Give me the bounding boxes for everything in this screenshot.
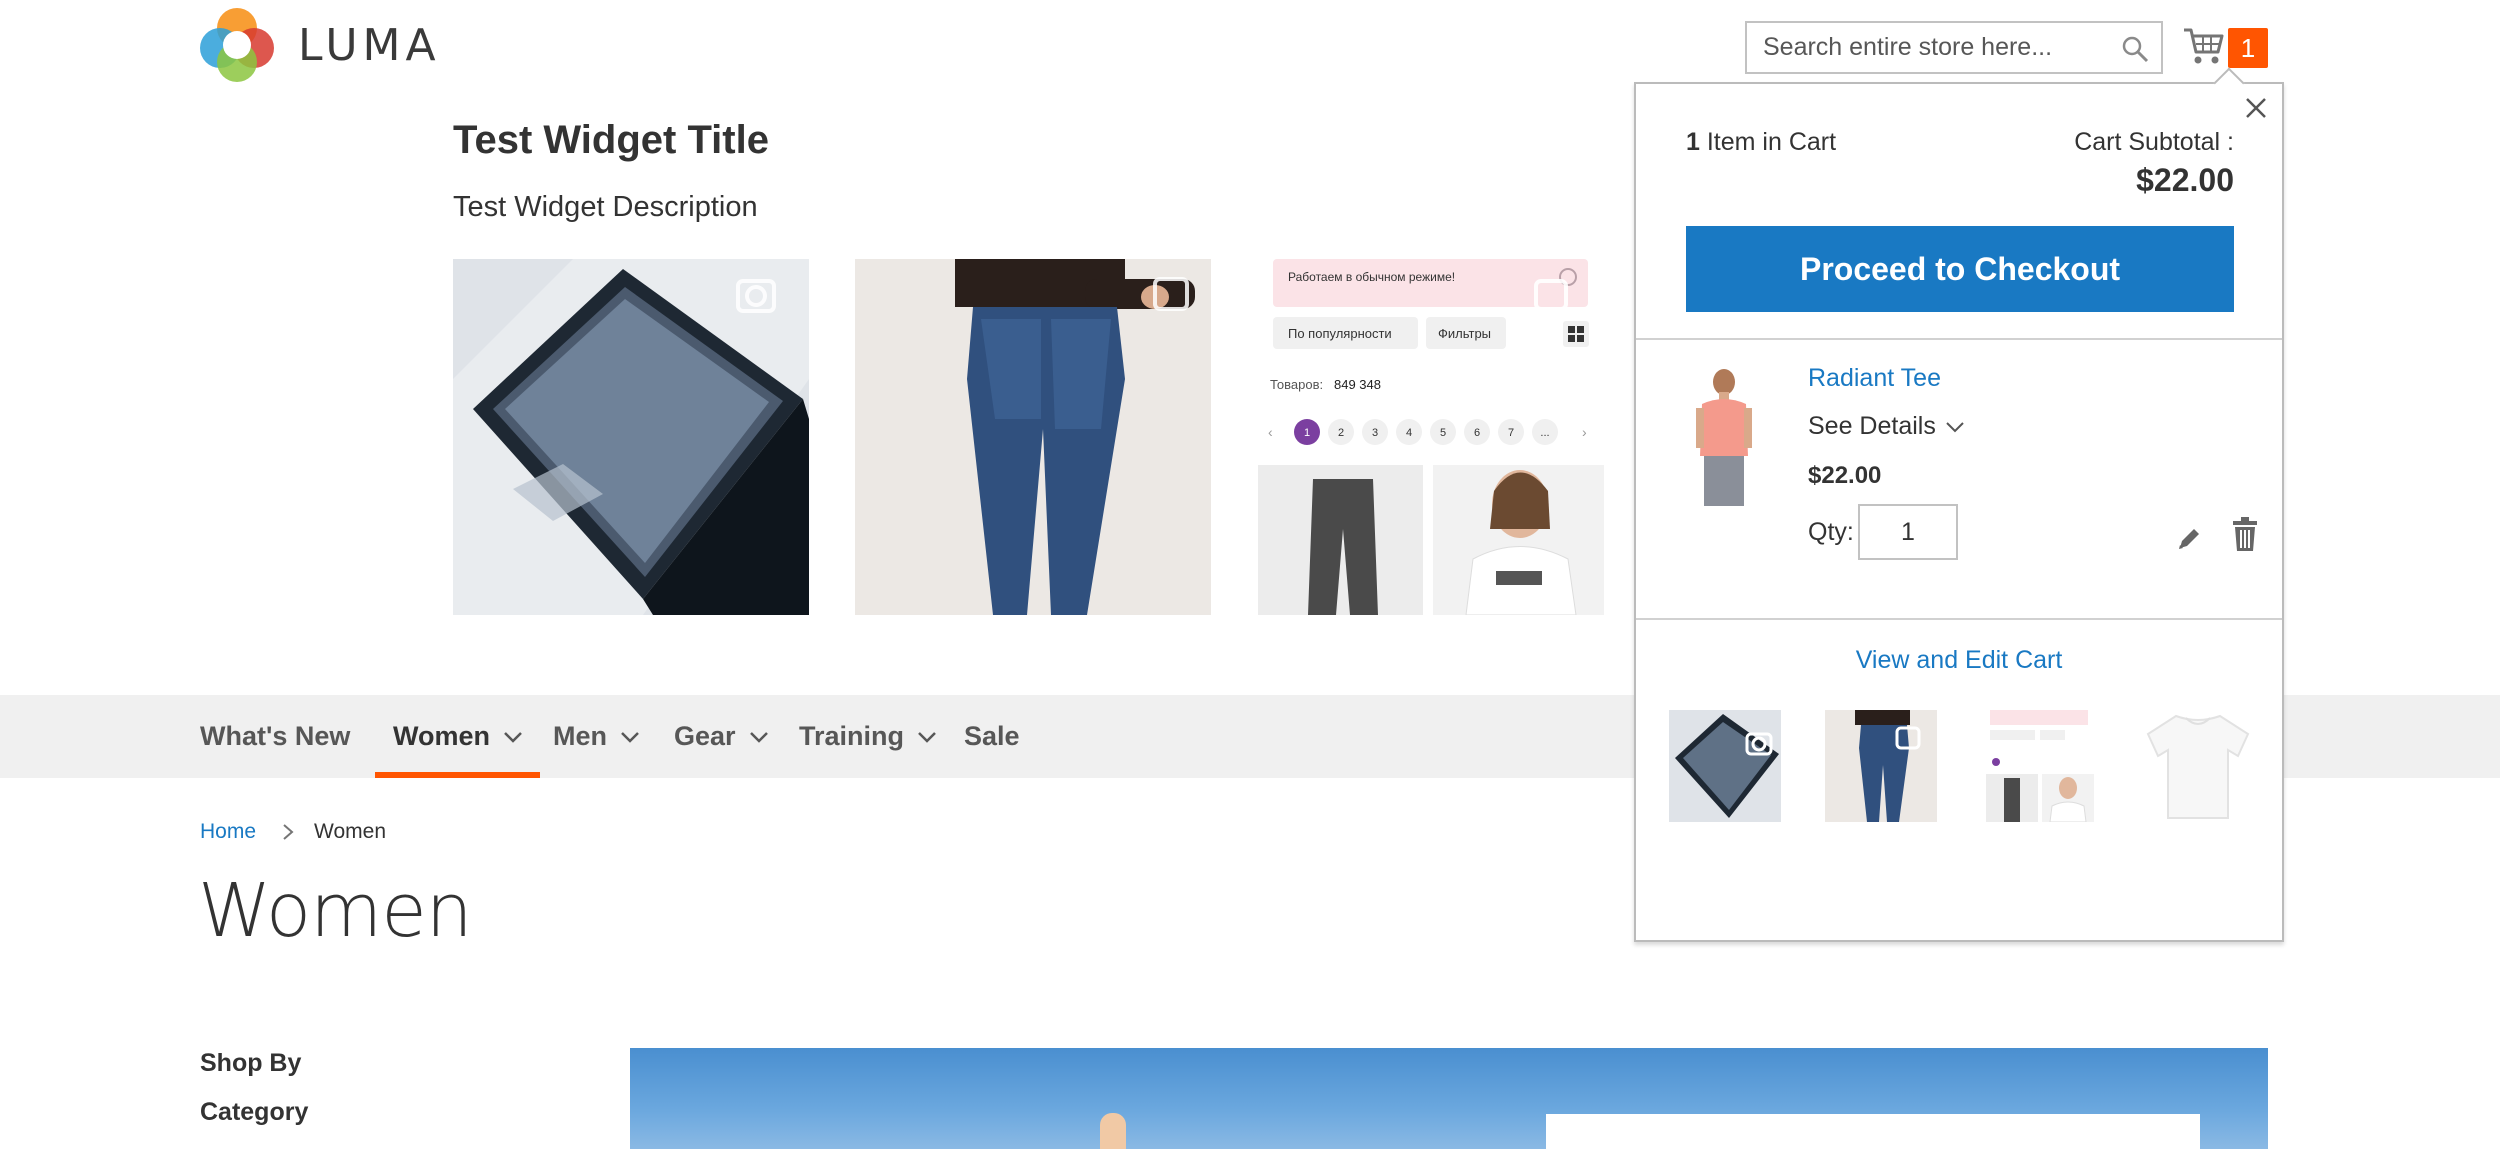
nav-item-training[interactable]: Training — [799, 695, 936, 778]
phone-thumbnail-image — [1669, 710, 1781, 822]
ru-sort-text: По популярности — [1288, 326, 1392, 341]
nav-label: Sale — [964, 721, 1020, 751]
tshirt-thumbnail-image — [2142, 710, 2254, 822]
page-title: Women — [198, 868, 473, 954]
recommended-thumb-tshirt[interactable] — [2142, 710, 2254, 822]
pager-number: 3 — [1372, 427, 1378, 439]
chevron-down-icon — [504, 731, 522, 743]
recommended-thumb-marketplace[interactable] — [1986, 710, 2094, 822]
minicart-product-price: $22.00 — [1808, 462, 1882, 489]
shop-by-heading: Shop By — [200, 1049, 302, 1077]
divider — [1636, 338, 2282, 340]
search-input[interactable] — [1747, 23, 2161, 72]
pager-number: ... — [1540, 427, 1549, 439]
cart-icon[interactable] — [2182, 24, 2226, 68]
recommended-thumb-phone[interactable] — [1669, 710, 1781, 822]
chevron-down-icon — [918, 731, 936, 743]
phone-in-box-image — [453, 259, 809, 615]
pager-number: 4 — [1406, 427, 1412, 439]
ru-count-label: Товаров: — [1270, 377, 1323, 392]
marketplace-screenshot-image: Работаем в обычном режиме! По популярнос… — [1258, 259, 1604, 615]
qty-label: Qty: — [1808, 518, 1854, 546]
widget-description: Test Widget Description — [453, 191, 758, 223]
breadcrumb: Home Women — [200, 820, 386, 844]
close-icon[interactable] — [2238, 90, 2274, 126]
minicart-subtotal-label: Cart Subtotal : — [2074, 128, 2234, 156]
view-edit-cart-link[interactable]: View and Edit Cart — [1636, 646, 2282, 675]
nav-item-gear[interactable]: Gear — [674, 695, 768, 778]
minicart-toggle[interactable]: 1 — [2182, 24, 2272, 68]
logo-text: LUMA — [298, 19, 441, 71]
banner-promo-card — [1546, 1114, 2200, 1149]
breadcrumb-current: Women — [314, 820, 387, 843]
pager-number: 5 — [1440, 427, 1446, 439]
nav-item-whats-new[interactable]: What's New — [200, 695, 350, 778]
recommended-thumb-jeans[interactable] — [1825, 710, 1937, 822]
nav-label: Men — [553, 721, 607, 751]
chevron-down-icon — [749, 731, 768, 743]
minicart-product-name[interactable]: Radiant Tee — [1808, 364, 1941, 393]
pager-number: 2 — [1338, 427, 1344, 439]
search-icon[interactable] — [2121, 35, 2149, 63]
chevron-down-icon — [621, 731, 639, 743]
nav-item-sale[interactable]: Sale — [964, 695, 1020, 778]
widget-title: Test Widget Title — [453, 118, 769, 162]
minicart-item-count: 1 Item in Cart — [1686, 128, 1836, 157]
marketplace-thumbnail-image — [1986, 710, 2094, 822]
see-details-label: See Details — [1808, 412, 1936, 440]
divider — [1636, 618, 2282, 620]
nav-label: Training — [799, 721, 905, 751]
proceed-to-checkout-button[interactable]: Proceed to Checkout — [1686, 226, 2234, 312]
jeans-model-image — [855, 259, 1211, 615]
category-hero-banner — [630, 1048, 2268, 1149]
luma-logo[interactable]: LUMA — [200, 7, 441, 83]
ru-filter-text: Фильтры — [1438, 326, 1491, 341]
luma-logo-icon — [200, 8, 274, 82]
breadcrumb-home-link[interactable]: Home — [200, 820, 256, 844]
edit-pencil-icon[interactable] — [2174, 524, 2204, 554]
minicart-count-number: 1 — [1686, 128, 1700, 156]
widget-image-phone[interactable] — [453, 259, 809, 615]
pager-next: › — [1582, 424, 1587, 440]
nav-item-men[interactable]: Men — [553, 695, 639, 778]
banner-figure — [1100, 1113, 1126, 1149]
nav-label: Gear — [674, 721, 736, 751]
widget-image-jeans[interactable] — [855, 259, 1211, 615]
product-thumbnail-radiant-tee[interactable] — [1686, 364, 1762, 514]
nav-label: Women — [393, 721, 491, 751]
ru-count-value: 849 348 — [1334, 377, 1381, 392]
see-details-toggle[interactable]: See Details — [1808, 412, 1964, 441]
qty-input[interactable] — [1858, 504, 1958, 560]
ru-banner-text: Работаем в обычном режиме! — [1288, 270, 1455, 284]
search-box[interactable] — [1745, 21, 2163, 74]
nav-label: What's New — [200, 721, 351, 751]
widget-image-marketplace[interactable]: Работаем в обычном режиме! По популярнос… — [1258, 259, 1604, 615]
jeans-thumbnail-image — [1825, 710, 1937, 822]
pager-number: 1 — [1304, 427, 1310, 439]
cart-counter-badge[interactable]: 1 — [2228, 28, 2268, 68]
pager-number: 7 — [1508, 427, 1514, 439]
filter-category-heading[interactable]: Category — [200, 1098, 308, 1127]
pager-number: 6 — [1474, 427, 1480, 439]
nav-item-women[interactable]: Women — [375, 695, 541, 778]
minicart-subtotal-value: $22.00 — [2136, 162, 2234, 198]
minicart-count-text: Item in Cart — [1706, 128, 1837, 156]
trash-icon[interactable] — [2230, 516, 2260, 552]
chevron-right-icon — [283, 824, 294, 840]
chevron-down-icon — [1946, 421, 1964, 432]
pager-prev: ‹ — [1268, 424, 1273, 440]
minicart-dropdown: 1 Item in Cart Cart Subtotal : $22.00 Pr… — [1634, 82, 2284, 942]
